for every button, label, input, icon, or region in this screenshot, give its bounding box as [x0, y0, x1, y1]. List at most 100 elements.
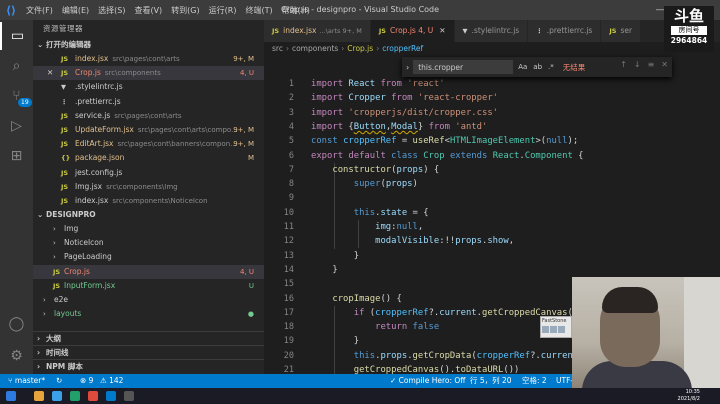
open-editor-item[interactable]: ⋮ .prettierrc.js: [33, 95, 264, 109]
search-icon[interactable]: ⌕: [0, 52, 33, 80]
open-editors-header[interactable]: ⌄ 打开的编辑器: [33, 38, 264, 52]
account-icon[interactable]: ◯: [0, 310, 33, 338]
clock-date: 2021/8/2: [677, 396, 700, 402]
menu-item[interactable]: 帮助(H): [282, 5, 310, 16]
close-icon[interactable]: ✕: [439, 26, 445, 35]
project-header[interactable]: ⌄ DESIGNPRO: [33, 208, 264, 222]
folder-item[interactable]: › layouts ●: [33, 307, 264, 321]
menu-item[interactable]: 编辑(E): [62, 5, 89, 16]
run-debug-icon[interactable]: ▷: [0, 112, 33, 140]
tab-label: .prettierrc.js: [546, 26, 593, 35]
git-status-badge: 4, U: [239, 69, 254, 78]
editor-tab[interactable]: ⋮ .prettierrc.js: [528, 20, 602, 42]
menu-item[interactable]: 终端(T): [245, 5, 272, 16]
find-in-selection-icon[interactable]: ≡: [648, 60, 655, 69]
breadcrumb-item[interactable]: Crop.js: [347, 44, 373, 53]
previous-match-icon[interactable]: ↑: [620, 60, 627, 69]
file-name-label: EditArt.jsx: [75, 139, 114, 149]
breadcrumb-item[interactable]: components: [292, 44, 338, 53]
breadcrumb-item[interactable]: src: [272, 44, 283, 53]
open-editor-item[interactable]: JS jest.config.js: [33, 166, 264, 180]
capture-icon[interactable]: [550, 326, 557, 333]
explorer-icon[interactable]: ▭: [0, 22, 33, 50]
open-editor-item[interactable]: JS EditArt.jsx src\pages\cont\banners\comp…: [33, 137, 264, 151]
file-name-label: index.jsx: [75, 195, 109, 205]
folder-item[interactable]: › PageLoading: [33, 250, 264, 264]
breadcrumb-item[interactable]: cropperRef: [382, 44, 423, 53]
menu-item[interactable]: 转到(G): [171, 5, 199, 16]
file-name-label: jest.config.js: [75, 167, 123, 177]
sidebar-section-header[interactable]: › NPM 脚本: [33, 359, 264, 373]
editor-tab[interactable]: JS index.jsx ...\arts 9+, M: [264, 20, 371, 42]
code-text: import 'cropperjs/dist/cropper.css': [311, 106, 498, 120]
line-number: 14: [283, 264, 294, 275]
whole-word-icon[interactable]: ab: [532, 63, 543, 71]
open-editor-item[interactable]: JS UpdateForm.jsx src\pages\cont\arts\comp…: [33, 123, 264, 137]
open-editor-item[interactable]: ▼ .stylelintrc.js: [33, 80, 264, 94]
close-icon[interactable]: ✕: [661, 60, 668, 69]
open-editor-item[interactable]: {} package.json M: [33, 151, 264, 165]
find-input[interactable]: this.cropper: [413, 60, 514, 74]
menu-item[interactable]: 选择(S): [98, 5, 125, 16]
menu-item[interactable]: 查看(V): [134, 5, 162, 16]
code-text: import Cropper from 'react-cropper': [311, 91, 498, 105]
settings-icon[interactable]: ⚙: [0, 342, 33, 370]
menu-item[interactable]: 文件(F): [26, 5, 53, 16]
sync-icon[interactable]: ↻: [56, 374, 62, 388]
find-widget: › this.cropper Aa ab .* 无结果 ↑ ↓ ≡ ✕: [402, 57, 672, 77]
terminal-icon[interactable]: [124, 391, 134, 401]
code-token: Cropper: [348, 93, 386, 104]
sidebar-section-header[interactable]: › 大纲: [33, 331, 264, 345]
editor-tab[interactable]: ▼ .stylelintrc.js: [454, 20, 529, 42]
file-type-icon: {}: [61, 154, 71, 163]
vscode-taskbar-icon[interactable]: [106, 391, 116, 401]
extensions-icon[interactable]: ⊞: [0, 142, 33, 170]
chevron-right-icon[interactable]: ›: [406, 63, 409, 72]
file-type-icon: JS: [53, 281, 61, 290]
code-line: 2 import Cropper from 'react-cropper': [264, 91, 720, 105]
file-type-icon: JS: [61, 111, 69, 120]
windows-start-icon[interactable]: [6, 391, 16, 401]
editor-tab[interactable]: JS ser: [601, 20, 642, 42]
file-name: package.json: [75, 151, 124, 165]
open-editor-item[interactable]: JS index.jsx src\components\NoticeIcon: [33, 194, 264, 208]
capture-icon[interactable]: [542, 326, 549, 333]
open-editor-item[interactable]: JS service.js src\pages\cont\arts: [33, 109, 264, 123]
branch-indicator[interactable]: ⑂ master*: [8, 374, 45, 388]
edge-icon[interactable]: [52, 391, 62, 401]
folder-item[interactable]: › NoticeIcon: [33, 236, 264, 250]
editor-tab[interactable]: JS Crop.js 4, U ✕: [370, 20, 455, 42]
file-name: UpdateForm.jsx src\pages\cont\arts\compo.…: [75, 123, 238, 137]
compile-hero-status[interactable]: ✓ Compile Hero: Off: [390, 374, 465, 388]
chrome-icon[interactable]: [88, 391, 98, 401]
code-text: modalVisible:!!props.show,: [311, 234, 514, 248]
file-item[interactable]: JS InputForm.jsx U: [33, 279, 264, 293]
chevron-right-icon: ›: [43, 296, 46, 304]
open-editor-item[interactable]: ✕ JS Crop.js src\components 4, U: [33, 66, 264, 81]
faststone-capture-widget[interactable]: FastStone: [540, 316, 572, 338]
error-count[interactable]: ⊗ 9: [80, 374, 93, 388]
next-match-icon[interactable]: ↓: [634, 60, 641, 69]
cursor-position[interactable]: 行 5，列 20: [470, 374, 512, 388]
open-editor-item[interactable]: JS Img.jsx src\components\Img: [33, 180, 264, 194]
git-status-badge: M: [247, 154, 254, 163]
indent-spaces[interactable]: 空格: 2: [522, 374, 547, 388]
file-item[interactable]: JS Crop.js 4, U: [33, 264, 264, 279]
file-explorer-icon[interactable]: [34, 391, 44, 401]
sidebar-section-header[interactable]: › 时间线: [33, 345, 264, 359]
source-control-icon[interactable]: ⑂ 19: [0, 82, 33, 110]
menu-item[interactable]: 运行(R): [209, 5, 237, 16]
code-text: import React from 'react': [311, 77, 445, 91]
clock-time: 10:35: [685, 389, 700, 395]
code-token: show: [487, 236, 509, 247]
open-editor-item[interactable]: JS index.jsx src\pages\cont\arts 9+, M: [33, 52, 264, 66]
app-icon[interactable]: [70, 391, 80, 401]
close-icon[interactable]: ✕: [47, 66, 53, 80]
match-case-icon[interactable]: Aa: [517, 63, 528, 71]
capture-icon[interactable]: [558, 326, 565, 333]
warning-count[interactable]: ⚠ 142: [100, 374, 123, 388]
folder-item[interactable]: › Img: [33, 222, 264, 236]
folder-item[interactable]: › e2e: [33, 293, 264, 307]
regex-icon[interactable]: .*: [547, 63, 555, 71]
